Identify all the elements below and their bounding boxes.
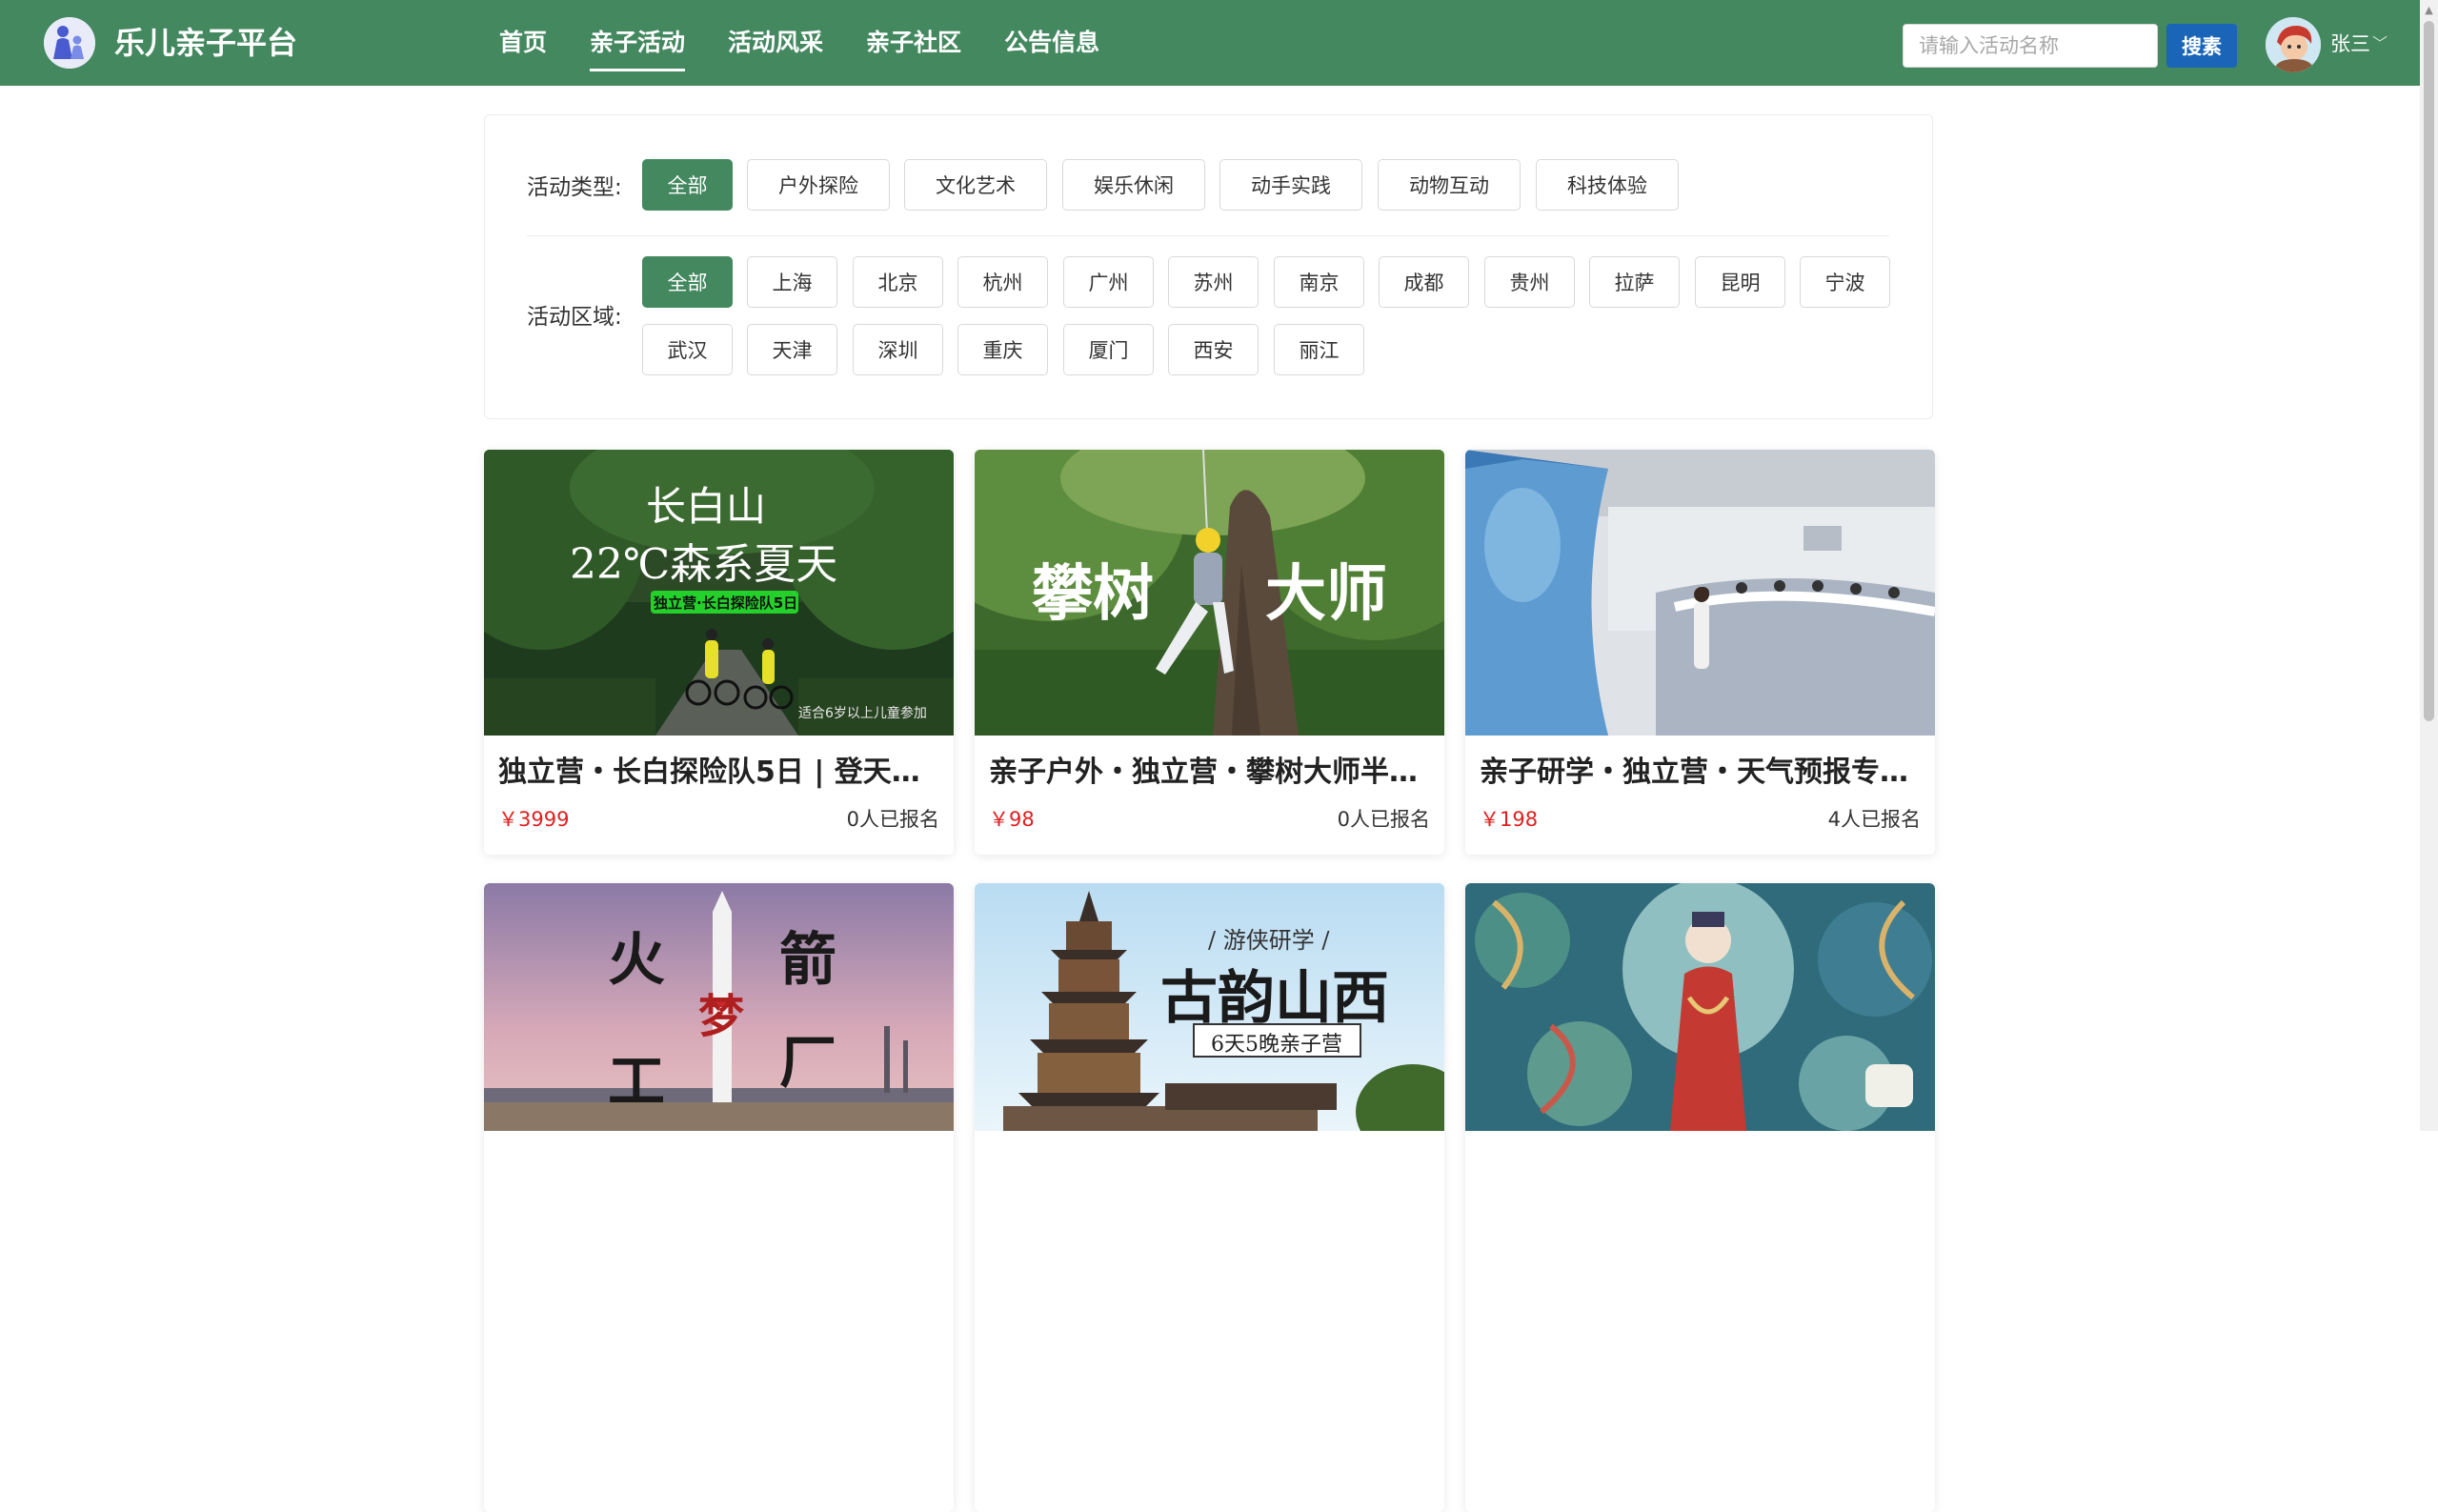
nav-activities[interactable]: 亲子活动 [590,21,686,71]
brand-name[interactable]: 乐儿亲子平台 [114,21,297,65]
region-chip-chongqing[interactable]: 重庆 [957,324,1048,375]
nav-gallery[interactable]: 活动风采 [728,21,823,65]
filter-divider [527,235,1889,236]
family-logo-icon[interactable] [44,17,95,69]
activity-image[interactable]: 攀树 大师 [975,450,1444,736]
activity-image[interactable] [1465,883,1935,1131]
activity-type-label: 活动类型: [527,175,622,200]
scrollbar-thumb[interactable] [2424,21,2434,721]
type-chip-culture[interactable]: 文化艺术 [904,159,1047,211]
region-chip-ningbo[interactable]: 宁波 [1800,256,1890,308]
region-chip-guangzhou[interactable]: 广州 [1063,256,1154,308]
activity-card[interactable] [1465,883,1935,1512]
region-chip-all[interactable]: 全部 [642,256,733,308]
nav-community[interactable]: 亲子社区 [866,21,961,65]
region-chip-suzhou[interactable]: 苏州 [1168,256,1259,308]
activity-image[interactable] [1465,450,1935,736]
image-title-left-text: 攀树 [1032,558,1154,630]
activity-card[interactable]: 亲子研学・独立营・天气预报专… ￥198 4人已报名 [1465,450,1935,855]
signup-count: 0人已报名 [1337,808,1430,831]
activity-price: ￥3999 [498,808,570,831]
image-char-work-text: 工 [608,1049,665,1116]
nav-home[interactable]: 首页 [499,21,547,65]
activity-card[interactable]: 攀树 大师 亲子户外・独立营・攀树大师半… ￥98 0人已报名 [975,450,1444,855]
scroll-up-arrow-icon[interactable]: ▲ [2420,2,2438,19]
type-chip-leisure[interactable]: 娱乐休闲 [1062,159,1205,211]
signup-count: 4人已报名 [1827,808,1921,831]
activity-title[interactable]: 独立营・长白探险队5日 | 登天池… [498,753,946,793]
avatar[interactable] [2266,17,2321,72]
image-char-arrow-text: 箭 [779,927,836,994]
region-chip-chengdu[interactable]: 成都 [1379,256,1469,308]
image-char-factory-text: 厂 [779,1030,836,1097]
username[interactable]: 张三 [2330,27,2370,61]
nav-announcements[interactable]: 公告信息 [1004,21,1099,65]
image-title-text: 长白山 [646,483,767,530]
search-button[interactable]: 搜素 [2166,24,2237,68]
activity-card[interactable]: 长白山 22℃森系夏天 独立营·长白探险队5日 适合6岁以上儿童参加 独立营・长… [484,450,954,855]
region-chip-hangzhou[interactable]: 杭州 [957,256,1048,308]
region-chip-xiamen[interactable]: 厦门 [1063,324,1154,375]
image-note-text: 适合6岁以上儿童参加 [798,706,927,721]
type-chip-tech[interactable]: 科技体验 [1536,159,1679,211]
region-chip-xian[interactable]: 西安 [1168,324,1259,375]
region-chip-lijiang[interactable]: 丽江 [1274,324,1364,375]
image-badge-text: 6天5晚亲子营 [1211,1033,1342,1057]
image-subtitle-text: 22℃森系夏天 [570,540,838,589]
region-chip-nanjing[interactable]: 南京 [1274,256,1364,308]
activity-image[interactable]: 火 箭 梦 工 厂 [484,883,954,1131]
type-chip-all[interactable]: 全部 [642,159,733,211]
activity-price: ￥98 [989,808,1035,831]
region-chip-shanghai[interactable]: 上海 [747,256,837,308]
activity-price: ￥198 [1480,808,1539,831]
image-title-right-text: 大师 [1265,558,1387,630]
activity-title[interactable]: 亲子户外・独立营・攀树大师半… [989,753,1437,793]
activity-image[interactable]: 长白山 22℃森系夏天 独立营·长白探险队5日 适合6岁以上儿童参加 [484,450,954,736]
chevron-down-icon[interactable]: ﹀ [2372,30,2388,58]
filter-panel: 活动类型: 全部 户外探险 文化艺术 娱乐休闲 动手实践 动物互动 科技体验 活… [484,114,1933,419]
activity-image[interactable]: / 游侠研学 / 古韵山西 6天5晚亲子营 [975,883,1444,1131]
type-chip-animal[interactable]: 动物互动 [1378,159,1521,211]
image-badge-text: 独立营·长白探险队5日 [654,595,798,612]
activity-card[interactable]: / 游侠研学 / 古韵山西 6天5晚亲子营 [975,883,1444,1512]
region-chip-shenzhen[interactable]: 深圳 [853,324,943,375]
page-scrollbar[interactable]: ▲ [2420,0,2438,1131]
image-top-text: / 游侠研学 / [1208,927,1330,954]
region-chip-lhasa[interactable]: 拉萨 [1589,256,1680,308]
signup-count: 0人已报名 [846,808,939,831]
type-chip-handson[interactable]: 动手实践 [1219,159,1362,211]
region-chip-beijing[interactable]: 北京 [853,256,943,308]
top-navigation-bar: 乐儿亲子平台 首页 亲子活动 活动风采 亲子社区 公告信息 搜素 张三 ﹀ [0,0,2420,86]
main-nav: 首页 亲子活动 活动风采 亲子社区 公告信息 [499,21,1099,71]
activity-card[interactable]: 火 箭 梦 工 厂 [484,883,954,1512]
activity-title[interactable]: 亲子研学・独立营・天气预报专… [1480,753,1927,793]
region-chip-tianjin[interactable]: 天津 [747,324,837,375]
image-title-text: 古韵山西 [1160,965,1389,1032]
activity-region-label: 活动区域: [527,305,622,330]
image-char-dream-text: 梦 [698,990,745,1043]
type-chip-outdoor[interactable]: 户外探险 [747,159,890,211]
image-char-fire-text: 火 [608,927,665,994]
search-input[interactable] [1903,24,2158,68]
region-chip-wuhan[interactable]: 武汉 [642,324,733,375]
region-chip-guizhou[interactable]: 贵州 [1484,256,1575,308]
region-chip-kunming[interactable]: 昆明 [1695,256,1785,308]
